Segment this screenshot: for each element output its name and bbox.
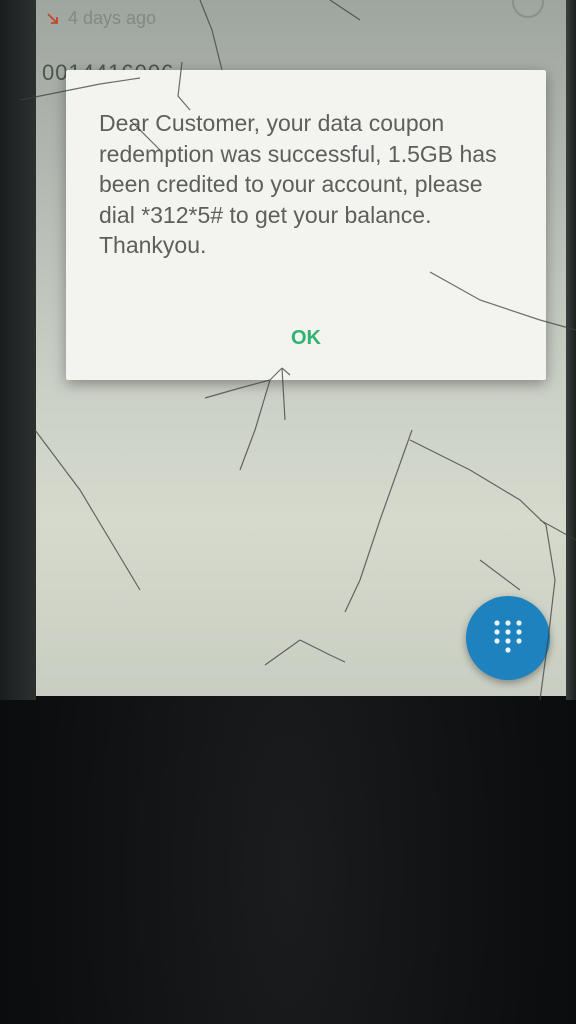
ussd-message-dialog: Dear Customer, your data coupon redempti… xyxy=(66,70,546,380)
ok-button[interactable]: OK xyxy=(276,320,336,356)
dialpad-icon xyxy=(494,620,522,653)
overflow-menu-icon[interactable] xyxy=(512,0,544,18)
call-time-ago: 4 days ago xyxy=(68,8,157,28)
dialpad-button[interactable] xyxy=(466,596,550,680)
dialog-message: Dear Customer, your data coupon redempti… xyxy=(99,110,497,258)
phone-bezel-left xyxy=(0,0,36,700)
phone-photo-frame: 4 days ago 0014416006 Dear Customer, you… xyxy=(0,0,576,1024)
call-log-entry[interactable]: 4 days ago xyxy=(46,8,156,29)
phone-screen: 4 days ago 0014416006 Dear Customer, you… xyxy=(36,0,566,696)
phone-bezel-right xyxy=(566,0,576,700)
missed-call-arrow-icon xyxy=(47,12,58,24)
